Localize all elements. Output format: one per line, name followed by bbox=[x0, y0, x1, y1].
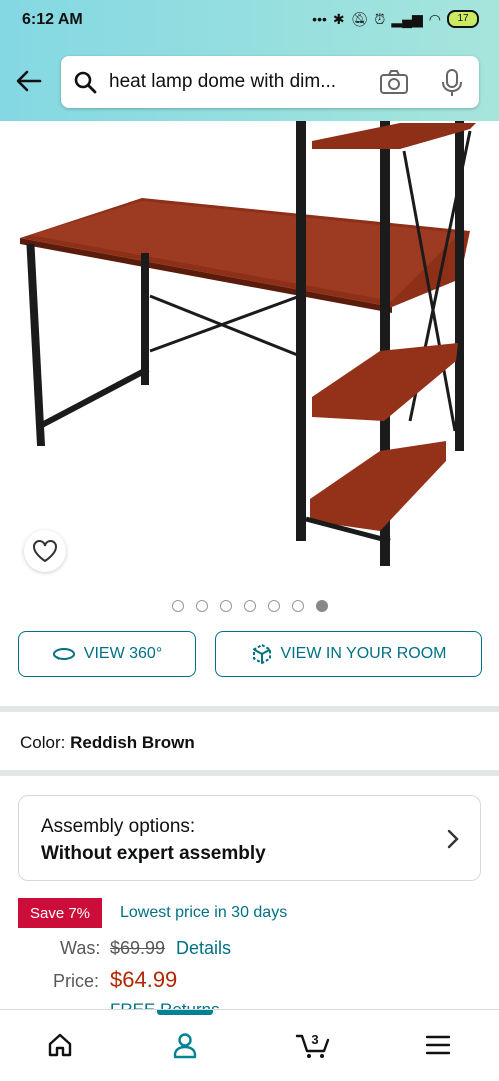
product-image[interactable] bbox=[0, 121, 499, 591]
view-in-room-button[interactable]: VIEW IN YOUR ROOM bbox=[215, 631, 482, 677]
bluetooth-icon: ✱ bbox=[332, 10, 345, 27]
search-icon[interactable] bbox=[73, 70, 97, 94]
was-label: Was: bbox=[60, 938, 101, 958]
ar-cube-icon bbox=[252, 643, 271, 665]
free-returns-link[interactable]: FREE Returns bbox=[110, 1000, 220, 1009]
carousel-dot-active[interactable] bbox=[316, 600, 328, 612]
battery-icon: 17 bbox=[447, 10, 479, 28]
alarm-icon: ⏰︎ bbox=[374, 10, 386, 27]
signal-icon: ▂▄▆ bbox=[391, 10, 423, 27]
carousel-dot[interactable] bbox=[268, 600, 280, 612]
more-dots-icon: ••• bbox=[312, 11, 327, 27]
was-price: $69.99 bbox=[110, 938, 166, 958]
carousel-dot[interactable] bbox=[292, 600, 304, 612]
wishlist-heart-button[interactable] bbox=[24, 530, 66, 572]
top-header: 6:12 AM ••• ✱ 🔕︎ ⏰︎ ▂▄▆ ◠ 17 heat lamp d… bbox=[0, 0, 499, 121]
assembly-value: Without expert assembly bbox=[41, 843, 266, 864]
microphone-icon[interactable] bbox=[439, 68, 465, 98]
search-input[interactable]: heat lamp dome with dim... bbox=[109, 71, 379, 93]
carousel-dot[interactable] bbox=[220, 600, 232, 612]
section-divider bbox=[0, 770, 499, 776]
menu-icon[interactable] bbox=[421, 1028, 455, 1062]
carousel-dot[interactable] bbox=[244, 600, 256, 612]
view-360-label: VIEW 360° bbox=[83, 645, 163, 662]
status-icons: ••• ✱ 🔕︎ ⏰︎ ▂▄▆ ◠ 17 bbox=[312, 10, 479, 28]
status-time: 6:12 AM bbox=[22, 11, 83, 28]
price-label: Price: bbox=[53, 971, 100, 991]
save-badge: Save 7% bbox=[18, 898, 102, 928]
color-row: Color: Reddish Brown bbox=[20, 733, 195, 753]
heart-icon bbox=[33, 540, 57, 563]
color-value: Reddish Brown bbox=[70, 733, 195, 752]
cart-count: 3 bbox=[311, 1032, 318, 1047]
lowest-price-note: Lowest price in 30 days bbox=[120, 904, 288, 921]
color-label: Color: bbox=[20, 733, 66, 752]
mute-icon: 🔕︎ bbox=[350, 10, 369, 27]
view-in-room-label: VIEW IN YOUR ROOM bbox=[280, 645, 447, 662]
bottom-nav: 3 bbox=[0, 1009, 499, 1081]
active-tab-indicator bbox=[157, 1010, 213, 1015]
search-bar[interactable]: heat lamp dome with dim... bbox=[61, 56, 479, 108]
assembly-options-card[interactable]: Assembly options: Without expert assembl… bbox=[18, 795, 481, 881]
carousel-dots[interactable] bbox=[172, 600, 328, 612]
price-value: $64.99 bbox=[110, 967, 178, 992]
carousel-dot[interactable] bbox=[196, 600, 208, 612]
assembly-label: Assembly options: bbox=[41, 816, 196, 837]
details-link[interactable]: Details bbox=[176, 938, 231, 959]
home-icon[interactable] bbox=[43, 1028, 77, 1062]
back-arrow-icon[interactable] bbox=[14, 66, 44, 96]
account-icon[interactable] bbox=[168, 1028, 202, 1062]
rotate-360-icon bbox=[52, 648, 75, 660]
view-360-button[interactable]: VIEW 360° bbox=[18, 631, 196, 677]
camera-icon[interactable] bbox=[379, 69, 409, 95]
section-divider bbox=[0, 706, 499, 712]
carousel-dot[interactable] bbox=[172, 600, 184, 612]
wifi-icon: ◠ bbox=[428, 10, 441, 27]
status-bar: 6:12 AM ••• ✱ 🔕︎ ⏰︎ ▂▄▆ ◠ 17 bbox=[0, 0, 499, 40]
cart-icon[interactable]: 3 bbox=[294, 1028, 334, 1062]
chevron-right-icon bbox=[447, 829, 459, 849]
